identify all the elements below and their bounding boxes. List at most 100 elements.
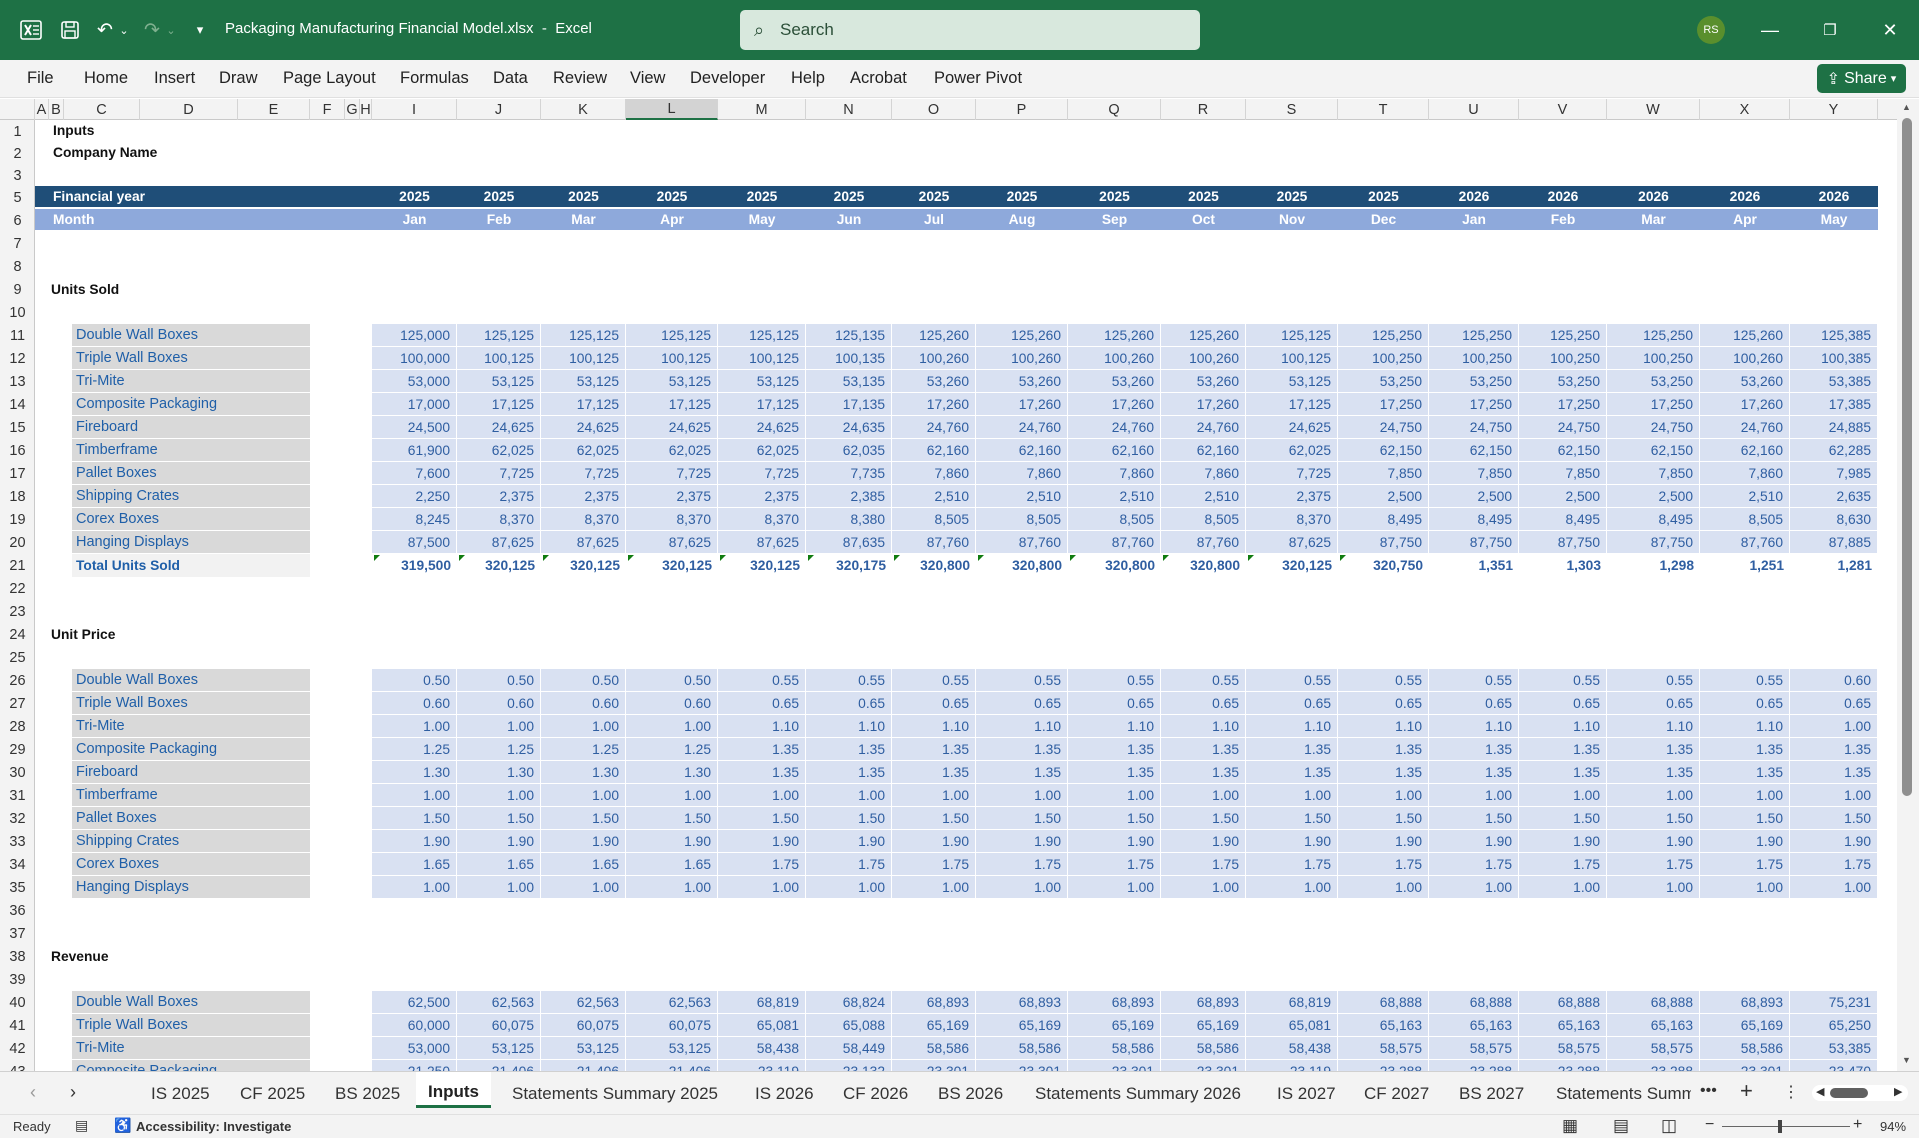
month-cell[interactable]: May <box>1790 209 1878 230</box>
value-cell[interactable]: 100,135 <box>806 347 892 370</box>
value-cell[interactable]: 23,288 <box>1607 1060 1700 1071</box>
value-cell[interactable]: 1.90 <box>1068 830 1161 853</box>
value-cell[interactable]: 1.75 <box>1429 853 1519 876</box>
row-header[interactable]: 30 <box>0 761 34 784</box>
value-cell[interactable]: 1.00 <box>718 876 806 899</box>
error-flag-icon[interactable] <box>1163 555 1169 561</box>
line-item-label[interactable]: Double Wall Boxes <box>72 324 310 347</box>
value-cell[interactable]: 1.75 <box>1607 853 1700 876</box>
value-cell[interactable]: 1.90 <box>976 830 1068 853</box>
value-cell[interactable]: 53,260 <box>1700 370 1790 393</box>
value-cell[interactable]: 23,301 <box>1700 1060 1790 1071</box>
value-cell[interactable]: 24,885 <box>1790 416 1878 439</box>
value-cell[interactable]: 23,288 <box>1519 1060 1607 1071</box>
column-header-u[interactable]: U <box>1429 99 1519 120</box>
value-cell[interactable]: 24,750 <box>1519 416 1607 439</box>
value-cell[interactable]: 7,860 <box>892 462 976 485</box>
value-cell[interactable]: 68,893 <box>1161 991 1246 1014</box>
value-cell[interactable]: 2,500 <box>1519 485 1607 508</box>
value-cell[interactable]: 0.50 <box>457 669 541 692</box>
value-cell[interactable]: 1.75 <box>718 853 806 876</box>
menu-power-pivot[interactable]: Power Pivot <box>934 69 1022 88</box>
row-header[interactable]: 22 <box>0 577 34 600</box>
row-header[interactable]: 24 <box>0 623 34 646</box>
value-cell[interactable]: 0.60 <box>372 692 457 715</box>
value-cell[interactable]: 1.50 <box>1519 807 1607 830</box>
value-cell[interactable]: 53,125 <box>541 1037 626 1060</box>
value-cell[interactable]: 53,250 <box>1338 370 1429 393</box>
close-icon[interactable]: ✕ <box>1875 16 1905 44</box>
value-cell[interactable]: 1.00 <box>372 784 457 807</box>
month-cell[interactable]: Aug <box>976 209 1068 230</box>
value-cell[interactable]: 7,725 <box>457 462 541 485</box>
column-header-s[interactable]: S <box>1246 99 1338 120</box>
scroll-thumb[interactable] <box>1902 118 1912 796</box>
value-cell[interactable]: 125,125 <box>1246 324 1338 347</box>
line-item-label[interactable]: Composite Packaging <box>72 393 310 416</box>
value-cell[interactable]: 17,125 <box>457 393 541 416</box>
menu-file[interactable]: File <box>27 69 54 88</box>
value-cell[interactable]: 1.35 <box>1700 738 1790 761</box>
value-cell[interactable]: 1.00 <box>1161 784 1246 807</box>
value-cell[interactable]: 53,125 <box>626 1037 718 1060</box>
value-cell[interactable]: 8,495 <box>1429 508 1519 531</box>
value-cell[interactable]: 68,888 <box>1607 991 1700 1014</box>
value-cell[interactable]: 62,160 <box>976 439 1068 462</box>
row-header[interactable]: 21 <box>0 554 34 577</box>
value-cell[interactable]: 1.00 <box>892 784 976 807</box>
value-cell[interactable]: 23,288 <box>1429 1060 1519 1071</box>
value-cell[interactable]: 125,125 <box>457 324 541 347</box>
value-cell[interactable]: 62,025 <box>541 439 626 462</box>
value-cell[interactable]: 1.00 <box>1519 876 1607 899</box>
value-cell[interactable]: 1.35 <box>1607 738 1700 761</box>
value-cell[interactable]: 8,505 <box>976 508 1068 531</box>
value-cell[interactable]: 125,125 <box>718 324 806 347</box>
value-cell[interactable]: 0.60 <box>457 692 541 715</box>
row-header[interactable]: 19 <box>0 508 34 531</box>
error-flag-icon[interactable] <box>374 555 380 561</box>
value-cell[interactable]: 17,260 <box>1068 393 1161 416</box>
value-cell[interactable]: 100,000 <box>372 347 457 370</box>
value-cell[interactable]: 68,888 <box>1338 991 1429 1014</box>
value-cell[interactable]: 1.35 <box>1161 761 1246 784</box>
column-header-d[interactable]: D <box>140 99 238 120</box>
row-header[interactable]: 29 <box>0 738 34 761</box>
value-cell[interactable]: 87,625 <box>541 531 626 554</box>
value-cell[interactable]: 125,385 <box>1790 324 1878 347</box>
value-cell[interactable]: 1.75 <box>1338 853 1429 876</box>
value-cell[interactable]: 1.00 <box>1246 876 1338 899</box>
value-cell[interactable]: 62,160 <box>1161 439 1246 462</box>
value-cell[interactable]: 1.10 <box>1161 715 1246 738</box>
value-cell[interactable]: 24,625 <box>541 416 626 439</box>
value-cell[interactable]: 17,260 <box>976 393 1068 416</box>
value-cell[interactable]: 1.35 <box>976 738 1068 761</box>
value-cell[interactable]: 1.10 <box>1519 715 1607 738</box>
row-header[interactable]: 33 <box>0 830 34 853</box>
value-cell[interactable]: 87,625 <box>626 531 718 554</box>
error-flag-icon[interactable] <box>1070 555 1076 561</box>
value-cell[interactable]: 1.00 <box>1790 784 1878 807</box>
value-cell[interactable]: 1.50 <box>718 807 806 830</box>
total-value-cell[interactable]: 1,351 <box>1429 554 1519 577</box>
value-cell[interactable]: 1.00 <box>976 876 1068 899</box>
value-cell[interactable]: 87,750 <box>1607 531 1700 554</box>
row-header[interactable]: 35 <box>0 876 34 899</box>
value-cell[interactable]: 1.00 <box>1068 784 1161 807</box>
value-cell[interactable]: 0.60 <box>626 692 718 715</box>
value-cell[interactable]: 7,850 <box>1519 462 1607 485</box>
value-cell[interactable]: 87,750 <box>1338 531 1429 554</box>
value-cell[interactable]: 1.50 <box>626 807 718 830</box>
value-cell[interactable]: 68,824 <box>806 991 892 1014</box>
value-cell[interactable]: 53,135 <box>806 370 892 393</box>
value-cell[interactable]: 24,760 <box>976 416 1068 439</box>
value-cell[interactable]: 1.00 <box>1246 784 1338 807</box>
value-cell[interactable]: 53,385 <box>1790 1037 1878 1060</box>
row-header[interactable]: 11 <box>0 324 34 347</box>
value-cell[interactable]: 125,250 <box>1429 324 1519 347</box>
value-cell[interactable]: 62,150 <box>1338 439 1429 462</box>
value-cell[interactable]: 1.90 <box>1607 830 1700 853</box>
value-cell[interactable]: 62,025 <box>626 439 718 462</box>
error-flag-icon[interactable] <box>1248 555 1254 561</box>
value-cell[interactable]: 7,850 <box>1429 462 1519 485</box>
month-cell[interactable]: Jan <box>372 209 457 230</box>
